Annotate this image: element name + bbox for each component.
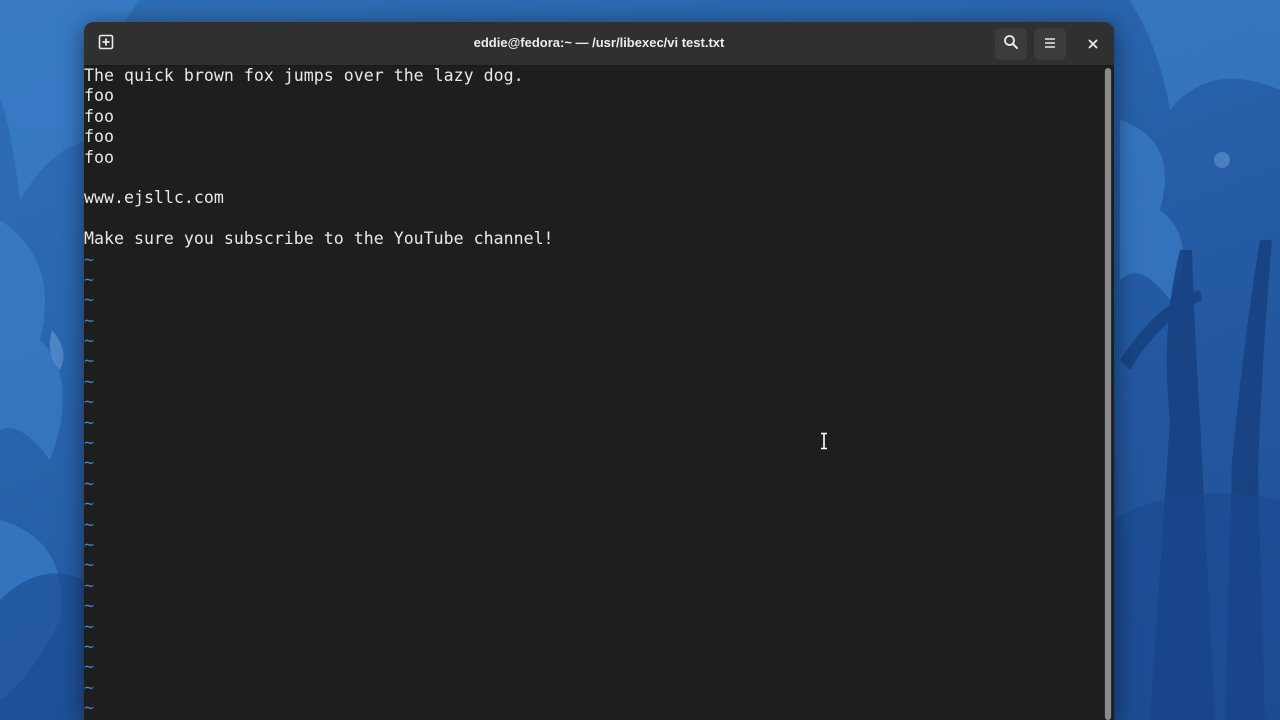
window-title: eddie@fedora:~ — /usr/libexec/vi test.tx… [473,35,725,50]
empty-line-marker: ~ [84,555,94,575]
empty-line-marker: ~ [84,453,94,473]
editor-line: foo [84,86,114,106]
menu-button[interactable] [1034,28,1066,60]
editor-line: The quick brown fox jumps over the lazy … [84,66,524,85]
empty-line-marker: ~ [84,534,94,554]
empty-line-marker: ~ [84,494,94,514]
empty-line-marker: ~ [84,596,94,616]
search-button[interactable] [995,28,1027,60]
empty-line-marker: ~ [84,433,94,453]
editor-line: www.ejsllc.com [84,188,224,208]
scrollbar-thumb[interactable] [1105,68,1111,720]
hamburger-menu-icon [1043,35,1057,54]
editor-line: Make sure you subscribe to the YouTube c… [84,229,554,249]
empty-line-marker: ~ [84,290,94,310]
empty-line-marker: ~ [84,351,94,371]
terminal-window: eddie@fedora:~ — /usr/libexec/vi test.tx… [84,22,1114,720]
editor-line: foo [84,147,114,167]
desktop: eddie@fedora:~ — /usr/libexec/vi test.tx… [0,0,1280,720]
close-button[interactable] [1077,28,1109,60]
search-icon [1003,34,1019,54]
titlebar: eddie@fedora:~ — /usr/libexec/vi test.tx… [84,22,1114,66]
empty-lines: ~ ~ ~ ~ ~ ~ ~ ~ ~ ~ ~ ~ ~ ~ ~ ~ ~ ~ ~ ~ ~ ~ ~ [84,250,1102,719]
editor-line: foo [84,106,114,126]
scrollbar[interactable] [1104,68,1112,720]
text-cursor-icon [821,432,827,450]
terminal-content[interactable]: The quick brown fox jumps over the lazy … [84,66,1102,720]
empty-line-marker: ~ [84,269,94,289]
empty-line-marker: ~ [84,331,94,351]
empty-line-marker: ~ [84,698,94,718]
close-icon [1087,35,1099,54]
empty-line-marker: ~ [84,392,94,412]
empty-line-marker: ~ [84,310,94,330]
empty-line-marker: ~ [84,473,94,493]
empty-line-marker: ~ [84,616,94,636]
empty-line-marker: ~ [84,575,94,595]
empty-line-marker: ~ [84,636,94,656]
empty-line-marker: ~ [84,412,94,432]
empty-line-marker: ~ [84,514,94,534]
empty-line-marker: ~ [84,657,94,677]
empty-line-marker: ~ [84,249,94,269]
empty-line-marker: ~ [84,371,94,391]
editor-line: foo [84,127,114,147]
empty-line-marker: ~ [84,677,94,697]
